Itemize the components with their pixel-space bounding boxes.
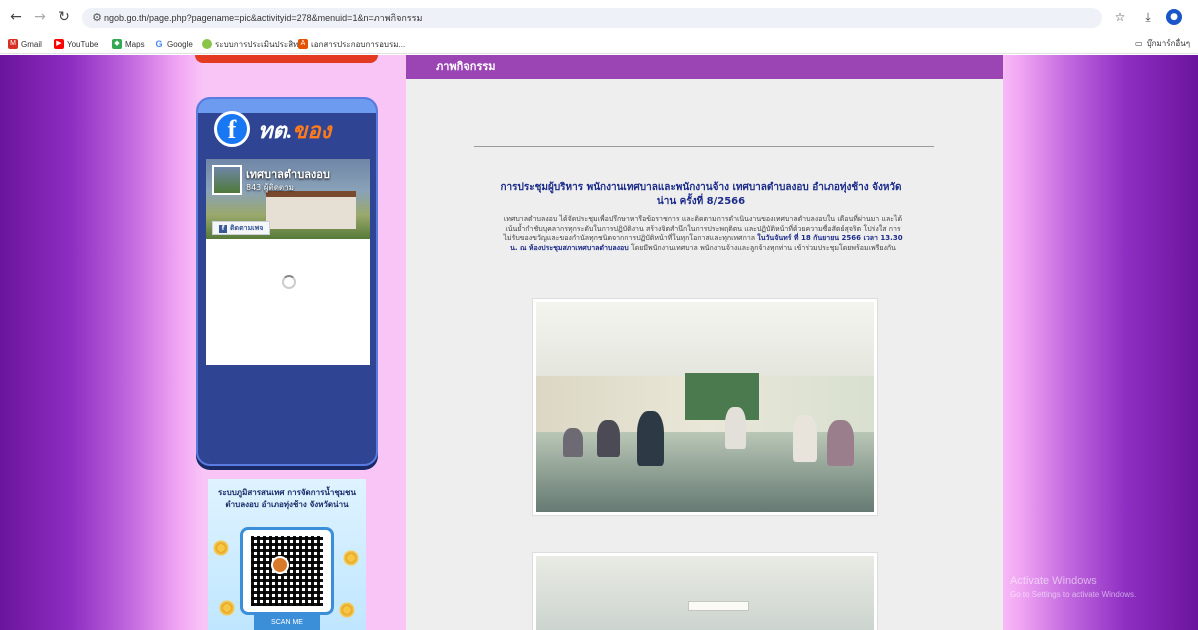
facebook-page-plugin[interactable]: เทศบาลตำบลงอบ 843 ผู้ติดตาม f ติดตามเพจ: [206, 159, 370, 365]
main-content: ภาพกิจกรรม การประชุมผู้บริหาร พนักงานเทศ…: [406, 55, 1003, 630]
fb-followers: 843 ผู้ติดตาม: [246, 183, 294, 192]
photo-person: [563, 428, 584, 458]
meeting-room-image: [536, 556, 874, 630]
flower-decoration: [342, 549, 360, 567]
facebook-small-icon: f: [219, 225, 227, 233]
activity-photo[interactable]: [532, 298, 878, 516]
flower-decoration: [218, 599, 236, 617]
photo-person: [826, 419, 854, 466]
fb-title-accent: ของ: [292, 118, 332, 143]
profile-avatar[interactable]: ●: [1166, 9, 1182, 25]
photo-table: [536, 432, 874, 512]
url-text[interactable]: ngob.go.th/page.php?pagename=pic&activit…: [104, 11, 422, 25]
forward-icon[interactable]: →: [32, 9, 48, 25]
photo-light: [688, 601, 749, 612]
content-divider: [474, 146, 934, 147]
qr-logo-icon: [271, 556, 289, 574]
facebook-icon[interactable]: f: [214, 111, 250, 147]
bookmark-gmail[interactable]: M Gmail: [8, 37, 42, 51]
facebook-widget: f ทต.ของ เทศบาลตำบลงอบ 843 ผู้ติดตาม f ติ…: [196, 97, 378, 466]
bookmark-youtube[interactable]: ▶ YouTube: [54, 37, 98, 51]
bookmark-documents[interactable]: A เอกสารประกอบการอบรม...: [298, 37, 405, 51]
bookmark-label: YouTube: [67, 39, 99, 49]
bookmark-label: Google: [167, 39, 193, 49]
flower-decoration: [212, 539, 230, 557]
gmail-icon: M: [8, 39, 18, 49]
site-icon: [202, 39, 212, 49]
fb-follow-label: ติดตามเพจ: [230, 224, 264, 232]
maps-icon: ◆: [112, 39, 122, 49]
download-icon[interactable]: ⤓: [1140, 9, 1156, 25]
youtube-icon: ▶: [54, 39, 64, 49]
bookmark-assessment[interactable]: ระบบการประเมินประสิท...: [202, 37, 305, 51]
bookmarks-bar: M Gmail ▶ YouTube ◆ Maps G Google ระบบกา…: [0, 34, 1198, 54]
folder-icon: ▭: [1135, 39, 1143, 48]
loading-spinner-icon: [282, 275, 296, 289]
windows-activation-subtext: Go to Settings to activate Windows.: [1010, 590, 1137, 599]
qr-code-icon[interactable]: [251, 536, 323, 606]
bookmark-label: Gmail: [21, 39, 42, 49]
top-red-banner: [195, 55, 378, 63]
photo-banner: [684, 373, 760, 420]
article-title: การประชุมผู้บริหาร พนักงานเทศบาลและพนักง…: [500, 182, 902, 207]
doc-icon: A: [298, 39, 308, 49]
windows-activation-watermark: Activate Windows: [1010, 575, 1097, 587]
article-body-text-2: โดยมีพนักงานเทศบาล พนักงานจ้างและลูกจ้าง…: [630, 243, 896, 252]
building-image: [266, 191, 356, 229]
qr-code-frame: [240, 527, 334, 615]
qr-banner-title: ระบบภูมิสารสนเทศ การจัดการน้ำชุมชน ตำบลง…: [218, 488, 356, 509]
article-body: เทศบาลตำบลงอบ ได้จัดประชุมเพื่อปรึกษาหาร…: [502, 215, 904, 253]
photo-person: [725, 407, 746, 449]
fb-follow-button[interactable]: f ติดตามเพจ: [212, 221, 271, 235]
bookmark-label: เอกสารประกอบการอบรม...: [311, 39, 406, 49]
back-icon[interactable]: ←: [8, 9, 24, 25]
browser-toolbar: ← → ↻ ⚙ ngob.go.th/page.php?pagename=pic…: [0, 0, 1198, 34]
meeting-room-image: [536, 302, 874, 512]
photo-ceiling: [536, 556, 874, 630]
fb-cover-photo[interactable]: เทศบาลตำบลงอบ 843 ผู้ติดตาม f ติดตามเพจ: [206, 159, 370, 239]
bookmark-label: ระบบการประเมินประสิท...: [215, 39, 306, 49]
photo-person: [792, 415, 817, 462]
bookmark-google[interactable]: G Google: [154, 37, 193, 51]
page-background: f ทต.ของ เทศบาลตำบลงอบ 843 ผู้ติดตาม f ติ…: [0, 55, 1198, 630]
fb-widget-title: ทต.ของ: [258, 113, 331, 148]
section-header: ภาพกิจกรรม: [406, 55, 1003, 79]
bookmark-star-icon[interactable]: ☆: [1112, 9, 1128, 25]
qr-banner[interactable]: ระบบภูมิสารสนเทศ การจัดการน้ำชุมชน ตำบลง…: [208, 479, 366, 630]
google-icon: G: [155, 39, 163, 49]
scan-me-label: SCAN ME: [254, 615, 320, 630]
activity-photo[interactable]: [532, 552, 878, 630]
bookmark-maps[interactable]: ◆ Maps: [112, 37, 145, 51]
bookmark-label: Maps: [125, 39, 145, 49]
other-bookmarks[interactable]: ▭ บุ๊กมาร์กอื่นๆ: [1135, 37, 1190, 50]
fb-page-avatar[interactable]: [212, 165, 242, 195]
reload-icon[interactable]: ↻: [56, 9, 72, 25]
fb-title-prefix: ทต.: [258, 118, 293, 143]
other-bookmarks-label: บุ๊กมาร์กอื่นๆ: [1146, 39, 1190, 48]
flower-decoration: [338, 601, 356, 619]
address-bar[interactable]: ⚙ ngob.go.th/page.php?pagename=pic&activ…: [82, 8, 1102, 28]
photo-person: [637, 411, 665, 466]
photo-person: [596, 419, 621, 458]
site-info-icon[interactable]: ⚙: [90, 11, 104, 25]
